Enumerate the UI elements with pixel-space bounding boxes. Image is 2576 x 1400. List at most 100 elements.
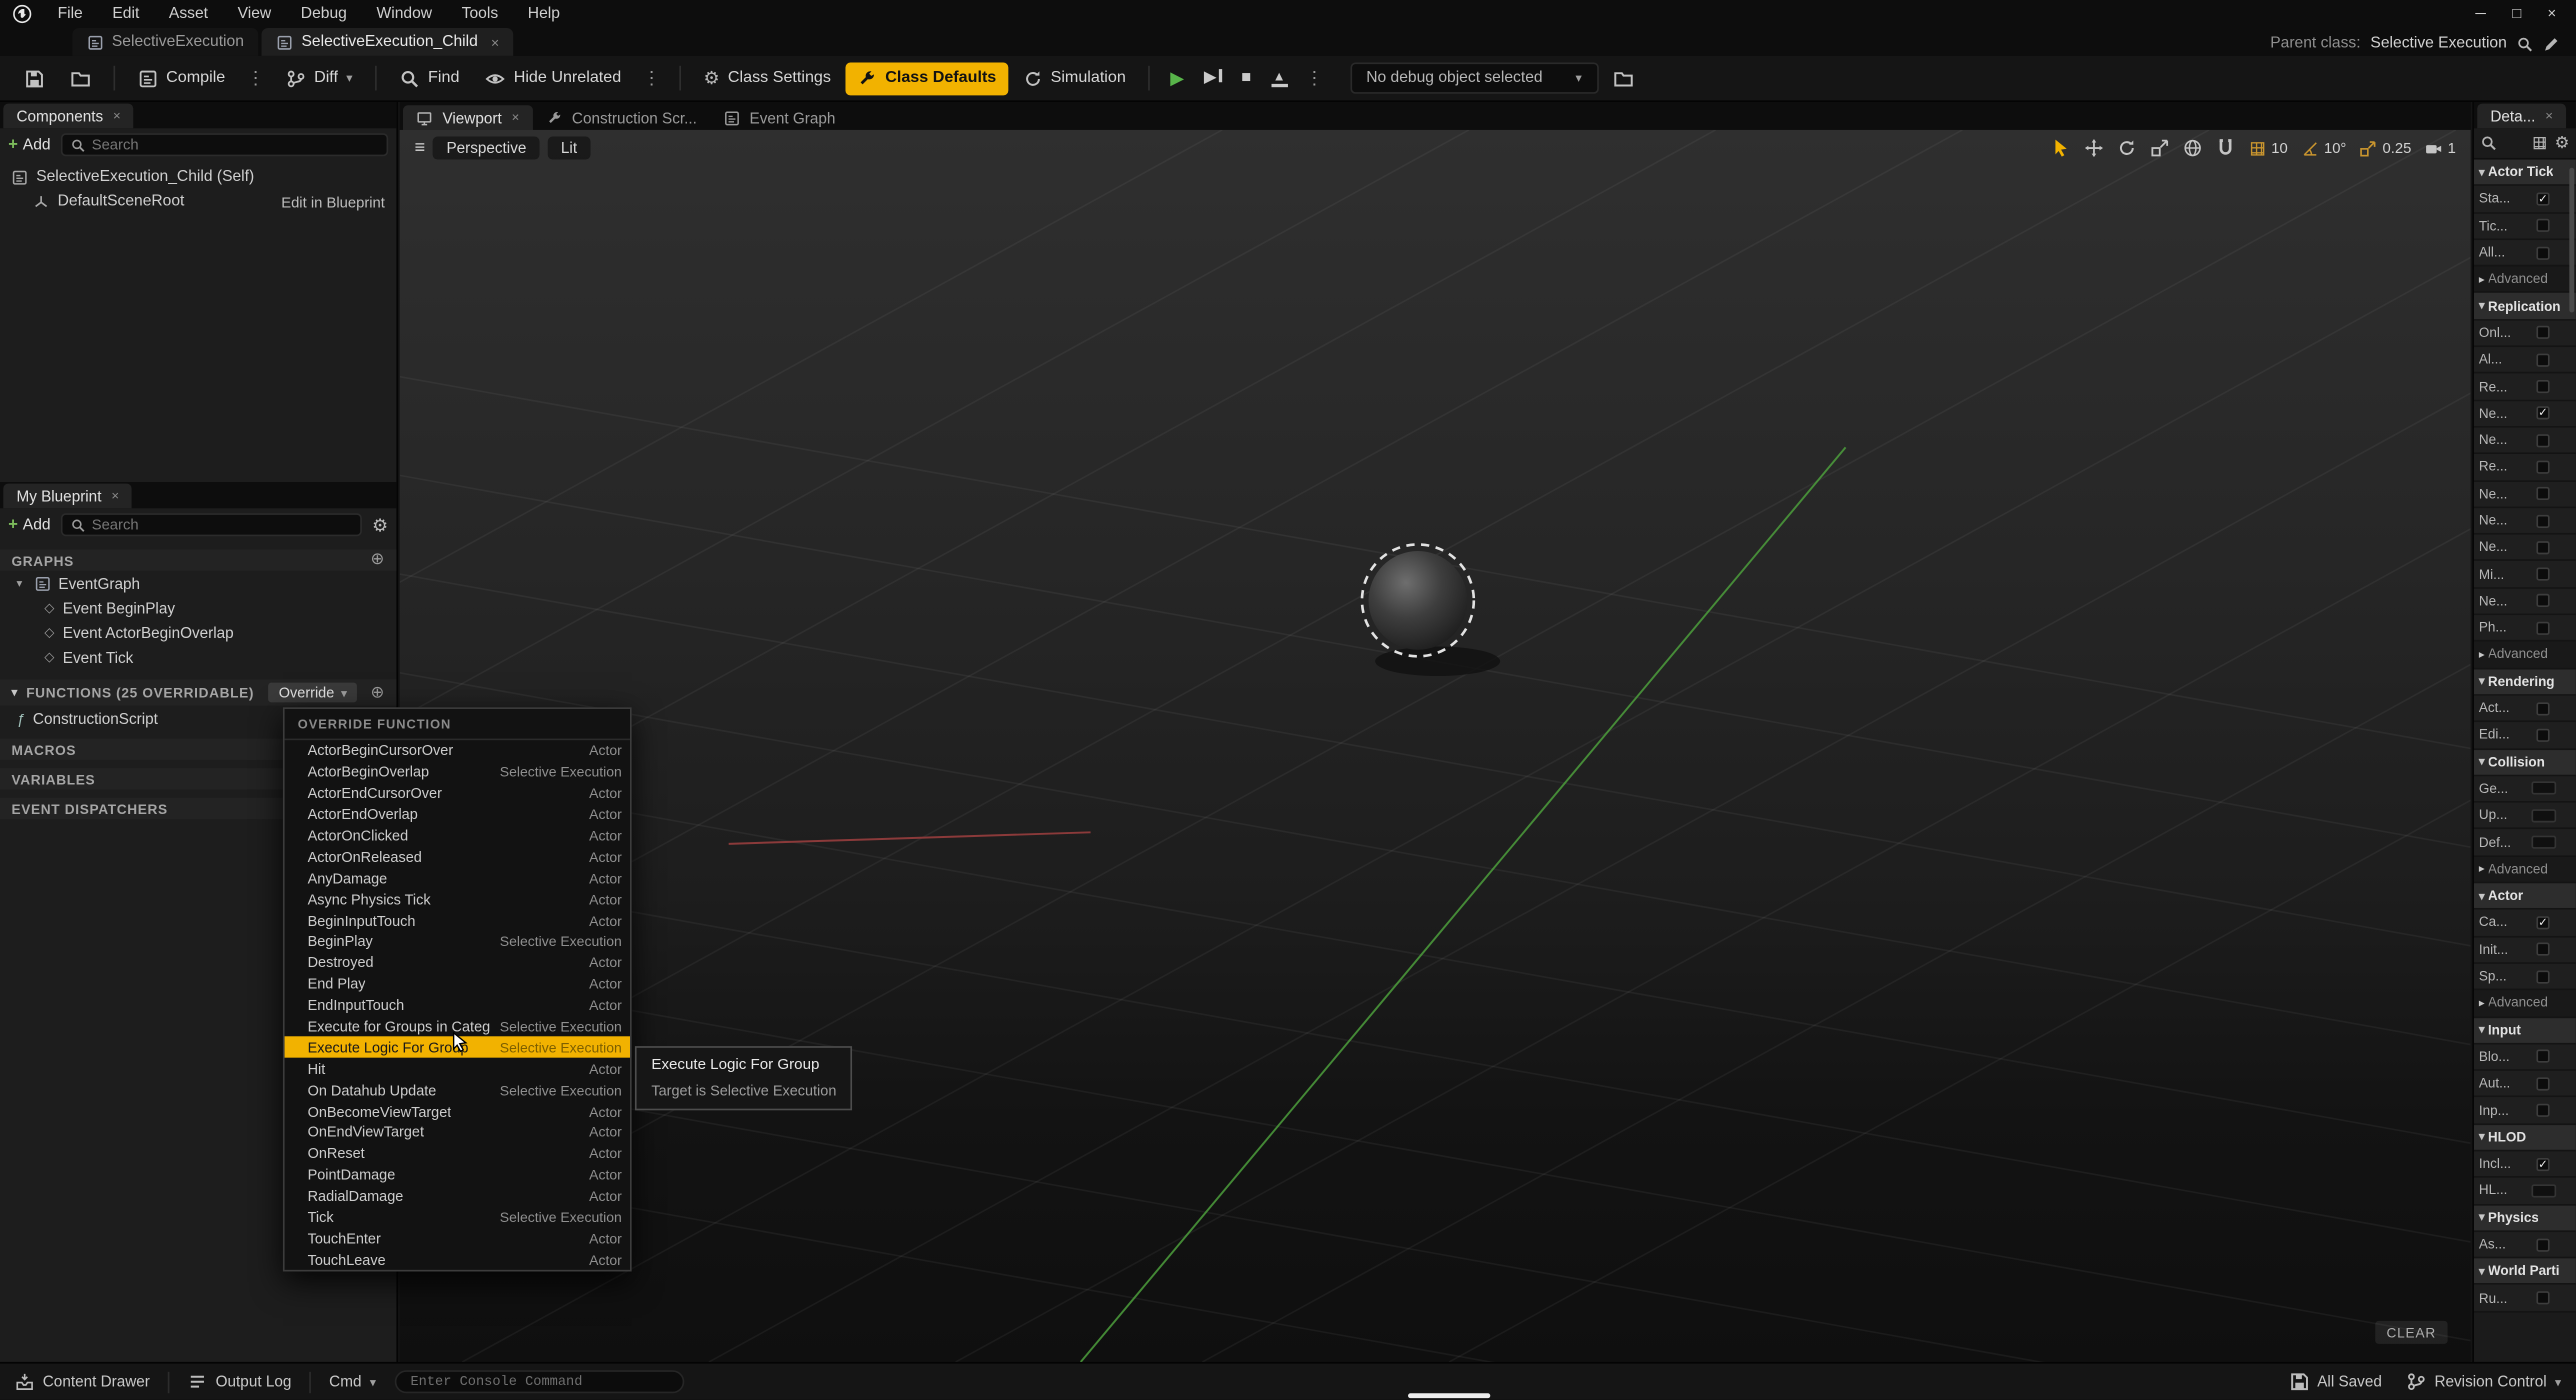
details-category-physics[interactable]: ▾Physics: [2474, 1205, 2576, 1232]
checkbox[interactable]: [2536, 460, 2549, 473]
override-dropdown-button[interactable]: Override ▾: [269, 683, 357, 703]
override-menu-item[interactable]: ActorEndCursorOverActor: [285, 783, 630, 804]
checkbox[interactable]: [2536, 541, 2549, 554]
checkbox[interactable]: [2536, 970, 2549, 983]
add-graph-icon[interactable]: ⊕: [370, 551, 384, 569]
menu-debug[interactable]: Debug: [286, 4, 362, 22]
override-menu-item[interactable]: OnResetActor: [285, 1143, 630, 1164]
diff-button[interactable]: Diff▾: [275, 62, 364, 95]
add-function-icon[interactable]: ⊕: [370, 683, 384, 701]
value-field[interactable]: [2532, 809, 2557, 822]
menu-asset[interactable]: Asset: [154, 4, 223, 22]
override-menu-item[interactable]: ActorOnReleasedActor: [285, 846, 630, 867]
override-menu-item[interactable]: BeginPlaySelective Execution: [285, 931, 630, 952]
hide-unrelated-options-icon[interactable]: ⋮: [636, 67, 667, 88]
rotation-snap-control[interactable]: 10°: [2301, 139, 2346, 157]
checkbox[interactable]: [2536, 943, 2549, 956]
details-scrollbar[interactable]: [2569, 168, 2574, 313]
event-beginplay-row[interactable]: ◇ Event BeginPlay: [0, 595, 396, 620]
menu-window[interactable]: Window: [362, 4, 447, 22]
menu-edit[interactable]: Edit: [98, 4, 155, 22]
checkbox[interactable]: [2536, 1238, 2549, 1251]
eventgraph-row[interactable]: ▾ EventGraph: [0, 571, 396, 596]
menu-help[interactable]: Help: [513, 4, 575, 22]
frame-skip-button[interactable]: ▶: [1196, 69, 1230, 87]
override-menu-item[interactable]: Async Physics TickActor: [285, 889, 630, 910]
checkbox[interactable]: [2536, 1104, 2549, 1117]
checkbox[interactable]: [2536, 353, 2549, 366]
override-menu-item[interactable]: ActorEndOverlapActor: [285, 804, 630, 825]
details-category-actor-tick[interactable]: ▾Actor Tick: [2474, 160, 2576, 187]
select-tool-icon[interactable]: [2051, 138, 2071, 158]
checkbox[interactable]: [2536, 326, 2549, 339]
minimize-button[interactable]: ─: [2475, 5, 2486, 21]
override-menu-item[interactable]: TouchLeaveActor: [285, 1249, 630, 1270]
search-icon[interactable]: [2481, 135, 2497, 151]
functions-section-header[interactable]: ▾ FUNCTIONS (25 OVERRIDABLE) Override ▾ …: [0, 679, 396, 705]
class-defaults-button[interactable]: Class Defaults: [846, 62, 1008, 95]
stop-button[interactable]: ■: [1233, 69, 1259, 87]
simulation-button[interactable]: Simulation: [1011, 62, 1137, 95]
components-search[interactable]: [60, 133, 388, 156]
rotate-tool-icon[interactable]: [2117, 138, 2137, 158]
value-field[interactable]: [2532, 1184, 2557, 1197]
find-button[interactable]: Find: [389, 62, 471, 95]
maximize-button[interactable]: □: [2512, 5, 2521, 21]
components-search-input[interactable]: [92, 137, 379, 153]
content-drawer-button[interactable]: Content Drawer: [15, 1372, 150, 1392]
override-menu-item[interactable]: OnEndViewTargetActor: [285, 1122, 630, 1143]
checkbox[interactable]: [2536, 916, 2549, 929]
menu-view[interactable]: View: [223, 4, 286, 22]
override-menu-item[interactable]: PointDamageActor: [285, 1164, 630, 1185]
edit-in-blueprint-link[interactable]: Edit in Blueprint: [281, 193, 385, 209]
play-button[interactable]: ▶: [1162, 67, 1192, 88]
hide-unrelated-button[interactable]: Hide Unrelated: [474, 62, 633, 95]
override-menu-item[interactable]: ActorBeginOverlapSelective Execution: [285, 761, 630, 782]
checkbox[interactable]: [2536, 621, 2549, 634]
search-icon[interactable]: [2517, 35, 2533, 51]
override-menu-item[interactable]: AnyDamageActor: [285, 867, 630, 888]
console-command-box[interactable]: [394, 1370, 684, 1393]
tab-event-graph[interactable]: Event Graph: [710, 105, 849, 130]
checkbox[interactable]: [2536, 1291, 2549, 1304]
browse-debug-object-button[interactable]: [1601, 62, 1644, 95]
details-advanced-toggle[interactable]: ▸Advanced: [2474, 642, 2576, 669]
close-tab-icon[interactable]: ×: [491, 34, 499, 50]
add-blueprint-item-button[interactable]: +Add: [8, 516, 50, 534]
close-icon[interactable]: ×: [111, 489, 119, 504]
output-log-button[interactable]: Output Log: [188, 1372, 292, 1392]
compile-button[interactable]: Compile: [127, 62, 237, 95]
play-options-icon[interactable]: ⋮: [1299, 67, 1330, 88]
console-command-input[interactable]: [410, 1374, 667, 1389]
details-category-input[interactable]: ▾Input: [2474, 1017, 2576, 1044]
menu-file[interactable]: File: [43, 4, 98, 22]
chevron-down-icon[interactable]: ▾: [16, 577, 22, 590]
camera-speed-control[interactable]: 1: [2425, 139, 2456, 157]
override-menu-item[interactable]: End PlayActor: [285, 973, 630, 994]
tab-viewport[interactable]: Viewport ×: [403, 105, 532, 130]
override-menu-item[interactable]: HitActor: [285, 1058, 630, 1079]
add-component-button[interactable]: +Add: [8, 136, 50, 154]
checkbox[interactable]: [2536, 1077, 2549, 1090]
checkbox[interactable]: [2536, 380, 2549, 393]
surface-snap-icon[interactable]: [2215, 138, 2235, 158]
details-advanced-toggle[interactable]: ▸Advanced: [2474, 267, 2576, 294]
close-icon[interactable]: ×: [512, 110, 520, 125]
checkbox[interactable]: [2536, 246, 2549, 259]
details-category-rendering[interactable]: ▾Rendering: [2474, 669, 2576, 696]
world-space-icon[interactable]: [2182, 138, 2202, 158]
edit-parent-icon[interactable]: [2543, 35, 2559, 51]
checkbox[interactable]: [2536, 1050, 2549, 1063]
component-row-scene-root[interactable]: DefaultSceneRoot Edit in Blueprint: [0, 189, 396, 214]
clear-button[interactable]: CLEAR: [2375, 1321, 2448, 1344]
browse-asset-button[interactable]: [59, 62, 102, 95]
close-icon[interactable]: ×: [2545, 109, 2553, 124]
checkbox[interactable]: [2536, 219, 2549, 232]
checkbox[interactable]: [2536, 192, 2549, 205]
component-row-self[interactable]: SelectiveExecution_Child (Self): [0, 164, 396, 189]
tab-components[interactable]: Components ×: [3, 104, 134, 129]
tab-my-blueprint[interactable]: My Blueprint ×: [3, 484, 132, 509]
viewport-3d-scene[interactable]: [400, 130, 2471, 1362]
my-blueprint-search-input[interactable]: [92, 516, 353, 532]
override-menu-item[interactable]: TouchEnterActor: [285, 1228, 630, 1249]
